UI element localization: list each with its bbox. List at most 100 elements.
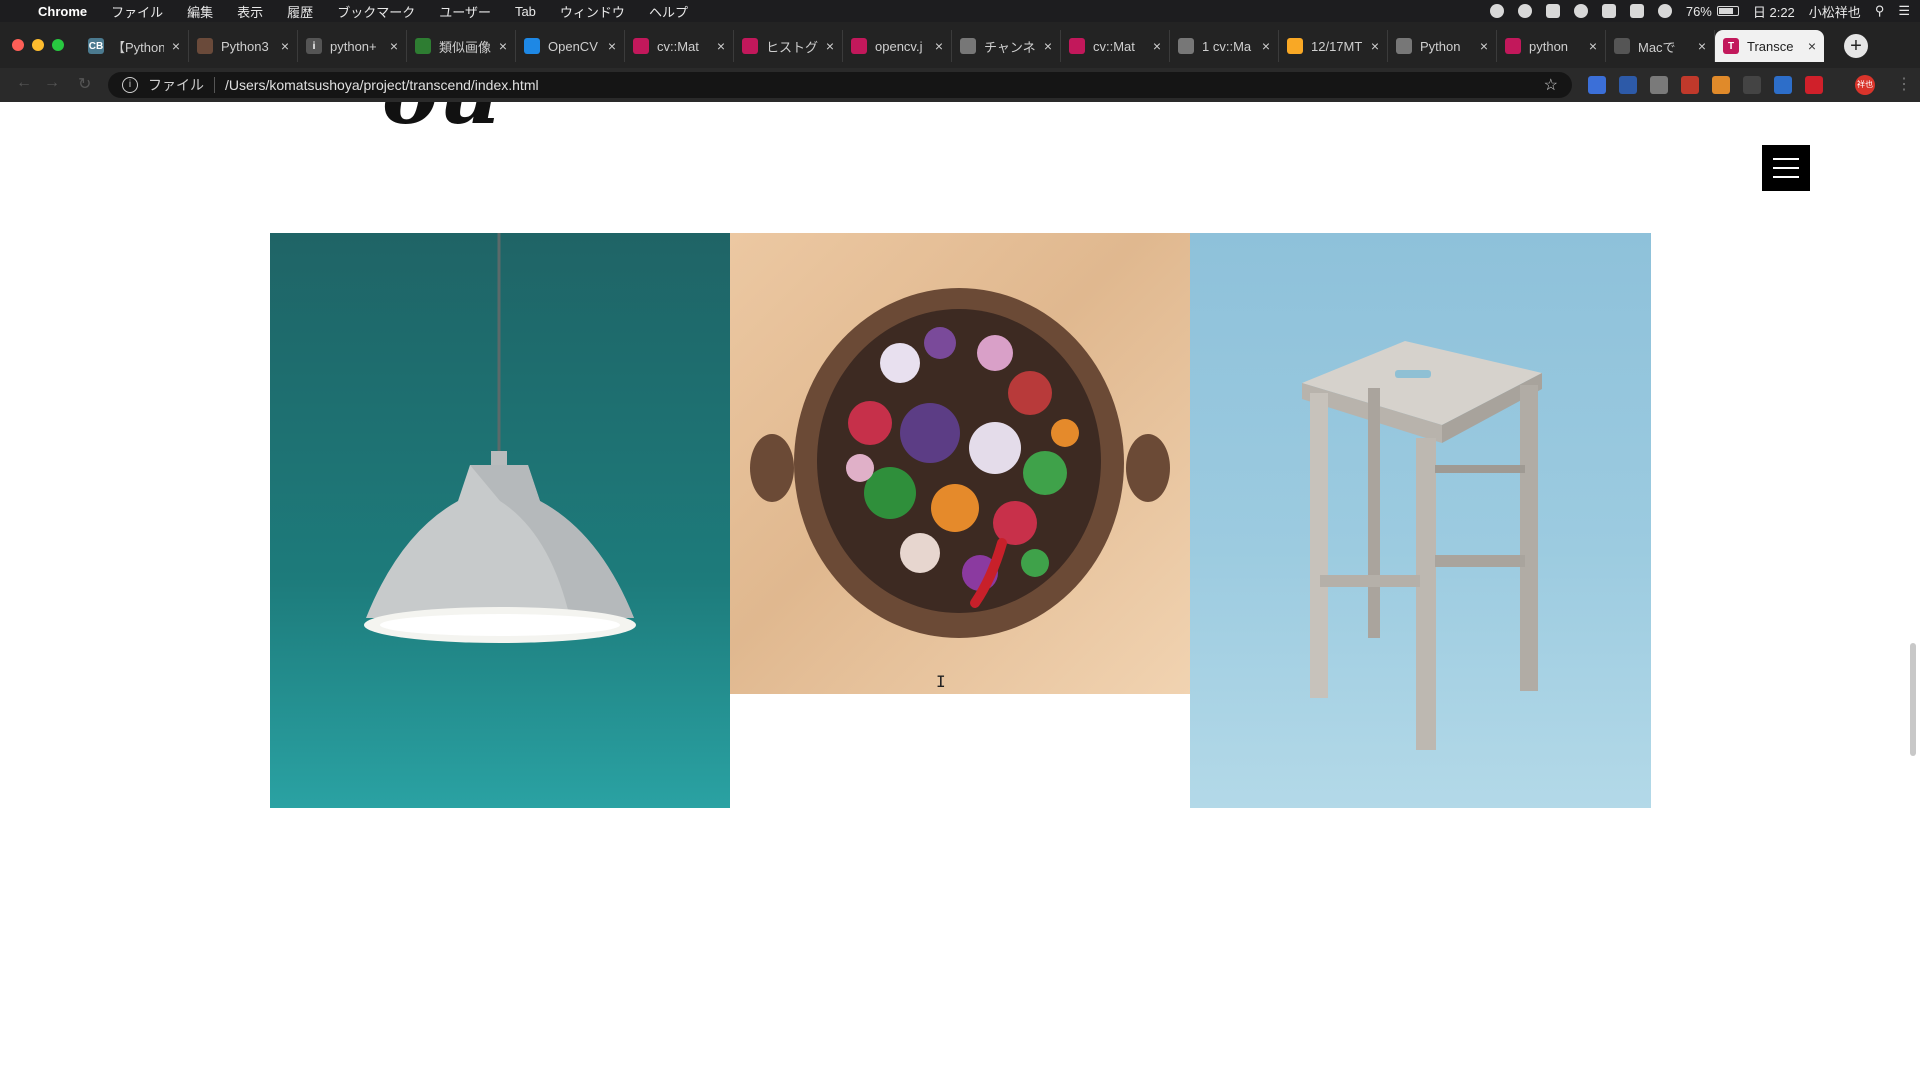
hamburger-line [1773, 167, 1799, 169]
address-bar[interactable]: i ファイル /Users/komatsushoya/project/trans… [108, 72, 1572, 98]
creative-cloud-icon[interactable] [1573, 4, 1588, 18]
more-menu-icon[interactable]: ⋮ [1896, 74, 1912, 94]
tab-close-icon[interactable]: × [717, 38, 725, 54]
gallery-image-salad[interactable] [730, 233, 1190, 694]
menu-history[interactable]: 履歴 [287, 2, 313, 21]
site-info-icon[interactable]: i [122, 77, 138, 93]
url-text[interactable]: /Users/komatsushoya/project/transcend/in… [225, 77, 539, 93]
extension-icon[interactable] [1588, 76, 1606, 94]
forward-arrow-icon[interactable]: → [44, 74, 60, 92]
menu-file[interactable]: ファイル [111, 2, 163, 21]
browser-tab[interactable]: i python+ × [298, 30, 407, 62]
browser-tab[interactable]: ヒストグ × [734, 30, 843, 62]
battery-status[interactable]: 76% [1686, 4, 1739, 19]
extension-icon[interactable] [1681, 76, 1699, 94]
lamp-illustration [364, 233, 636, 643]
tab-favicon-icon: i [306, 38, 322, 54]
gallery-image-lamp[interactable] [270, 233, 730, 808]
text-cursor-icon: I [936, 672, 946, 691]
clock[interactable]: 日 2:22 [1753, 2, 1795, 21]
fullscreen-window-button[interactable] [52, 39, 64, 51]
browser-tab[interactable]: cv::Mat × [625, 30, 734, 62]
browser-tab[interactable]: 類似画像 × [407, 30, 516, 62]
tab-close-icon[interactable]: × [281, 38, 289, 54]
hero-heading-partial: ou [382, 102, 501, 143]
extension-icon[interactable] [1619, 76, 1637, 94]
tab-favicon-icon [1287, 38, 1303, 54]
menu-bookmarks[interactable]: ブックマーク [337, 2, 415, 21]
battery-icon [1716, 6, 1739, 16]
back-arrow-icon[interactable]: ← [16, 74, 32, 92]
record-icon[interactable] [1489, 4, 1504, 18]
spotlight-icon[interactable]: ⚲ [1875, 3, 1885, 19]
salad-illustration [750, 288, 1170, 638]
scheme-label: ファイル [148, 77, 204, 93]
tab-close-icon[interactable]: × [1808, 38, 1816, 54]
browser-tab[interactable]: チャンネ × [952, 30, 1061, 62]
browser-tab[interactable]: 1 cv::Ma × [1170, 30, 1279, 62]
tab-close-icon[interactable]: × [499, 38, 507, 54]
menu-tab[interactable]: Tab [515, 4, 536, 19]
tab-close-icon[interactable]: × [1044, 38, 1052, 54]
browser-tab[interactable]: cv::Mat × [1061, 30, 1170, 62]
extension-icon[interactable] [1743, 76, 1761, 94]
input-method-icon[interactable] [1601, 4, 1616, 18]
gallery-image-stool[interactable] [1190, 233, 1651, 808]
tab-close-icon[interactable]: × [1153, 38, 1161, 54]
menu-help[interactable]: ヘルプ [649, 2, 688, 21]
extension-icon[interactable] [1650, 76, 1668, 94]
grammarly-icon[interactable] [1517, 4, 1532, 18]
tab-close-icon[interactable]: × [1698, 38, 1706, 54]
profile-avatar[interactable]: 祥也 [1855, 75, 1875, 95]
battery-fill [1718, 8, 1733, 14]
page-scrollbar-thumb[interactable] [1910, 643, 1916, 756]
tab-favicon-icon [851, 38, 867, 54]
browser-tab[interactable]: T Transce × [1715, 30, 1824, 62]
tab-title: opencv.j [875, 38, 923, 54]
tab-close-icon[interactable]: × [935, 38, 943, 54]
menu-window[interactable]: ウィンドウ [560, 2, 625, 21]
menu-view[interactable]: 表示 [237, 2, 263, 21]
browser-tab[interactable]: python × [1497, 30, 1606, 62]
evernote-icon[interactable] [1545, 4, 1560, 18]
tab-close-icon[interactable]: × [390, 38, 398, 54]
user-name[interactable]: 小松祥也 [1809, 2, 1861, 21]
tab-close-icon[interactable]: × [1371, 38, 1379, 54]
tab-close-icon[interactable]: × [1262, 38, 1270, 54]
menu-chrome[interactable]: Chrome [38, 4, 87, 19]
tab-close-icon[interactable]: × [1480, 38, 1488, 54]
tab-close-icon[interactable]: × [826, 38, 834, 54]
tab-close-icon[interactable]: × [608, 38, 616, 54]
hamburger-line [1773, 176, 1799, 178]
tab-title: 類似画像 [439, 39, 491, 55]
browser-tab[interactable]: 12/17MT × [1279, 30, 1388, 62]
notification-center-icon[interactable]: ☰ [1898, 3, 1910, 19]
reload-icon[interactable]: ↻ [78, 74, 91, 94]
tab-title: 【Python [112, 39, 164, 55]
browser-tab[interactable]: CB 【Python × [80, 30, 189, 62]
hamburger-menu-button[interactable] [1762, 145, 1810, 191]
tab-favicon-icon [960, 38, 976, 54]
browser-tab[interactable]: Python3 × [189, 30, 298, 62]
browser-tab[interactable]: opencv.j × [843, 30, 952, 62]
bookmark-star-icon[interactable]: ☆ [1544, 75, 1558, 95]
bluetooth-icon[interactable] [1629, 4, 1644, 18]
tab-close-icon[interactable]: × [1589, 38, 1597, 54]
extension-icon[interactable] [1774, 76, 1792, 94]
browser-tab[interactable]: OpenCV × [516, 30, 625, 62]
extension-icon[interactable] [1712, 76, 1730, 94]
minimize-window-button[interactable] [32, 39, 44, 51]
browser-tab[interactable]: Macで × [1606, 30, 1715, 62]
browser-tab[interactable]: Python × [1388, 30, 1497, 62]
tab-title: ヒストグ [766, 39, 818, 55]
extension-bar [1588, 76, 1823, 94]
tab-favicon-icon [197, 38, 213, 54]
tab-close-icon[interactable]: × [172, 38, 180, 54]
close-window-button[interactable] [12, 39, 24, 51]
wifi-icon[interactable] [1657, 4, 1672, 18]
menu-users[interactable]: ユーザー [439, 2, 491, 21]
menu-edit[interactable]: 編集 [187, 2, 213, 21]
tab-title: Transce [1747, 38, 1794, 54]
new-tab-button[interactable]: + [1844, 34, 1868, 58]
extension-icon[interactable] [1805, 76, 1823, 94]
